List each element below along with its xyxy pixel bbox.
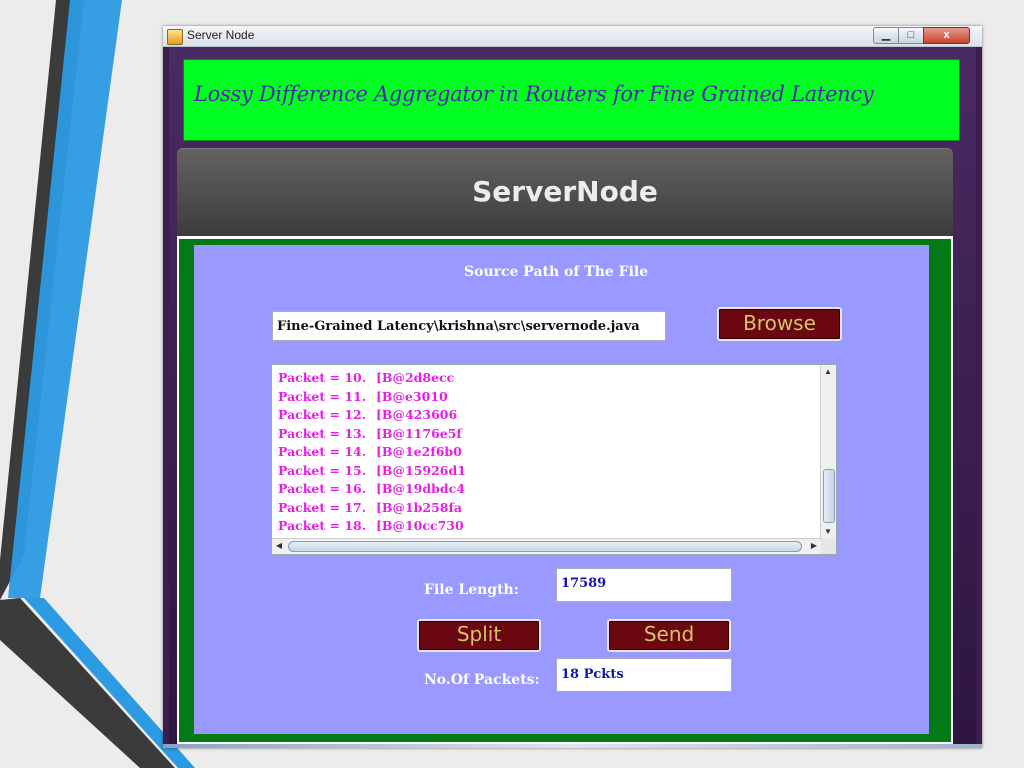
source-path-label: Source Path of The File	[464, 264, 649, 280]
packet-count-label: No.Of Packets:	[424, 672, 540, 688]
packet-value: [B@1176e5f	[376, 425, 462, 441]
horizontal-scrollbar[interactable]: ◀ ▶	[272, 538, 822, 554]
packet-number: Packet = 15.	[278, 462, 367, 478]
packet-number: Packet = 16.	[278, 481, 367, 496]
browse-button[interactable]: Browse	[717, 307, 842, 341]
horizontal-scroll-thumb[interactable]	[288, 541, 802, 552]
scrollbar-corner	[821, 539, 836, 554]
packet-value: [B@1e2f6b0	[376, 444, 462, 459]
send-button[interactable]: Send	[607, 619, 731, 652]
minimize-button[interactable]: ▁	[873, 27, 899, 44]
split-button[interactable]: Split	[417, 619, 541, 652]
list-item[interactable]: Packet = 13. [B@1176e5f	[278, 425, 822, 444]
list-item[interactable]: Packet = 18. [B@10cc730	[278, 517, 822, 536]
scroll-left-icon[interactable]: ◀	[273, 541, 285, 551]
packet-number: Packet = 14.	[278, 444, 367, 459]
file-length-label: File Length:	[424, 582, 519, 598]
list-item[interactable]: Packet = 16. [B@19dbdc4	[278, 480, 822, 499]
file-length-field[interactable]: 17589	[556, 568, 732, 602]
server-node-window: Server Node ▁ □ x Lossy Difference Aggre…	[163, 26, 982, 748]
packet-number: Packet = 10.	[278, 370, 367, 385]
vertical-scrollbar[interactable]: ▲ ▼	[820, 365, 836, 540]
maximize-button[interactable]: □	[898, 27, 924, 44]
list-item[interactable]: Packet = 15. [B@15926d1	[278, 462, 822, 481]
scroll-down-icon[interactable]: ▼	[822, 527, 834, 537]
content-panel: Source Path of The File Fine-Grained Lat…	[194, 245, 929, 734]
blue-stripe	[8, 0, 122, 598]
window-client-area: Lossy Difference Aggregator in Routers f…	[169, 47, 976, 746]
scroll-right-icon[interactable]: ▶	[808, 541, 820, 551]
packet-number: Packet = 17.	[278, 499, 367, 515]
page-title: ServerNode	[472, 175, 658, 208]
packet-list-box[interactable]: Packet = 10. [B@2d8ecc Packet = 11. [B@e301…	[271, 364, 837, 555]
packet-number: Packet = 12.	[278, 407, 367, 422]
title-banner: Lossy Difference Aggregator in Routers f…	[183, 59, 960, 141]
packet-value: [B@10cc730	[376, 518, 464, 533]
list-item[interactable]: Packet = 14. [B@1e2f6b0	[278, 443, 822, 462]
packet-value: [B@15926d1	[376, 462, 466, 478]
dark-stripe-upper	[0, 0, 84, 600]
java-app-icon	[167, 29, 183, 45]
packet-count-field[interactable]: 18 Pckts	[556, 658, 732, 692]
packet-number: Packet = 18.	[278, 518, 367, 533]
title-bar: Server Node ▁ □ x	[163, 26, 982, 47]
packet-list: Packet = 10. [B@2d8ecc Packet = 11. [B@e301…	[272, 365, 822, 536]
packet-number: Packet = 11.	[278, 388, 367, 404]
list-item[interactable]: Packet = 17. [B@1b258fa	[278, 499, 822, 518]
list-item[interactable]: Packet = 12. [B@423606	[278, 406, 822, 425]
close-button[interactable]: x	[923, 27, 970, 44]
packet-list-viewport: Packet = 10. [B@2d8ecc Packet = 11. [B@e301…	[272, 365, 822, 540]
header-panel: ServerNode	[177, 148, 953, 237]
packet-value: [B@1b258fa	[376, 499, 462, 515]
dark-stripe-lower	[0, 598, 175, 768]
vertical-scroll-thumb[interactable]	[823, 469, 835, 523]
window-title: Server Node	[187, 28, 255, 42]
list-item[interactable]: Packet = 10. [B@2d8ecc	[278, 369, 822, 388]
scroll-up-icon[interactable]: ▲	[822, 367, 834, 377]
source-path-input[interactable]: Fine-Grained Latency\krishna\src\servern…	[272, 311, 666, 341]
list-item[interactable]: Packet = 11. [B@e3010	[278, 388, 822, 407]
packet-value: [B@19dbdc4	[376, 481, 465, 496]
packet-value: [B@e3010	[376, 388, 448, 404]
packet-number: Packet = 13.	[278, 425, 367, 441]
packet-value: [B@2d8ecc	[376, 370, 455, 385]
window-bottom-edge	[163, 744, 982, 748]
packet-value: [B@423606	[376, 407, 458, 422]
banner-text: Lossy Difference Aggregator in Routers f…	[194, 82, 874, 106]
